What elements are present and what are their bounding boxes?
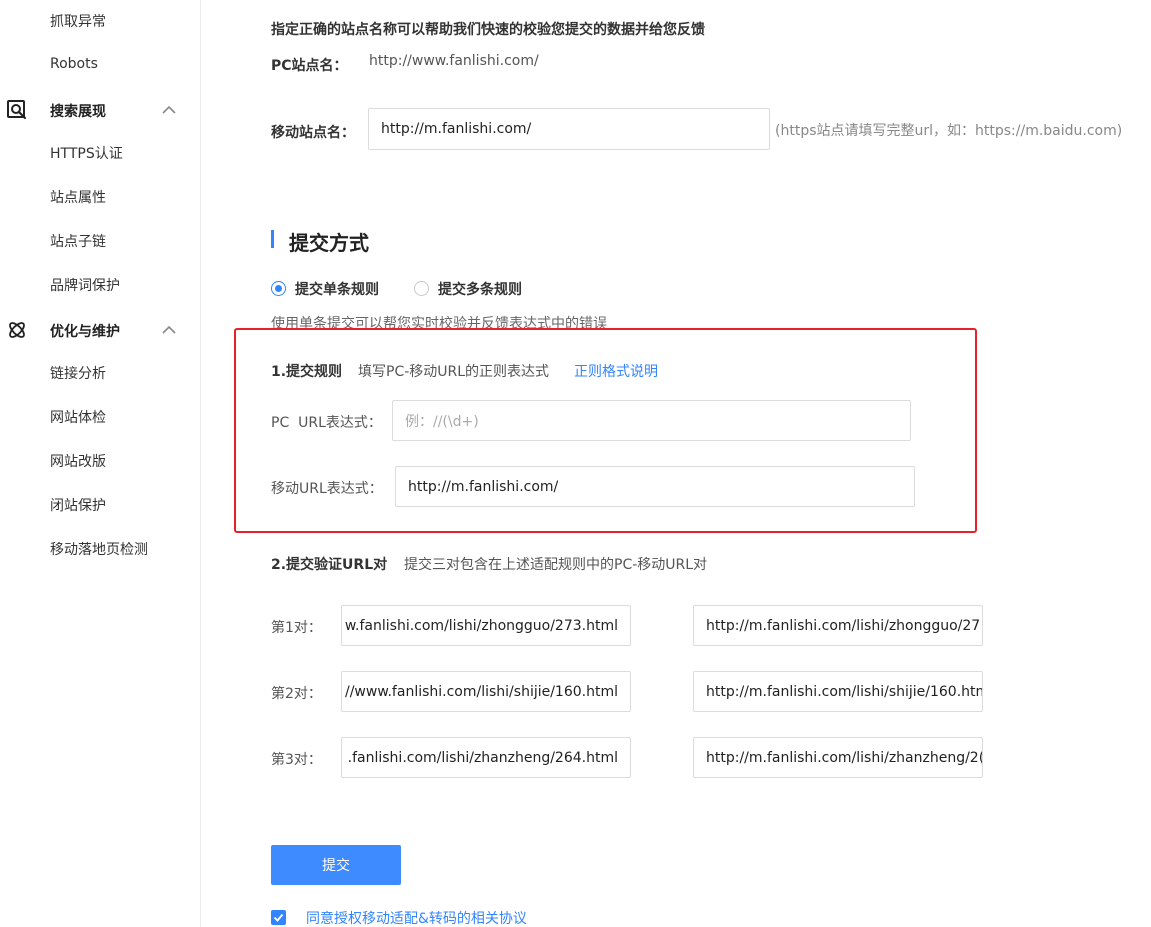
radio-multi-rule[interactable] <box>414 281 429 296</box>
sidebar-item-crawl-errors[interactable]: 抓取异常 <box>50 11 106 31</box>
pair-3-label: 第3对： <box>271 752 322 768</box>
sidebar-group-label: 搜索展现 <box>50 104 106 120</box>
section-title: 提交方式 <box>289 231 369 255</box>
pc-site-label: PC站点名： <box>271 58 348 74</box>
pair-2-mobile-input[interactable]: http://m.fanlishi.com/lishi/shijie/160.h… <box>693 671 983 712</box>
submit-button[interactable]: 提交 <box>271 845 401 885</box>
chevron-up-icon[interactable] <box>160 321 178 339</box>
mobile-site-input[interactable]: http://m.fanlishi.com/ <box>368 108 770 150</box>
mobile-url-regex-label: 移动URL表达式： <box>271 481 383 497</box>
radio-single-rule[interactable] <box>271 281 286 296</box>
chevron-up-icon[interactable] <box>160 101 178 119</box>
sidebar-item-site-properties[interactable]: 站点属性 <box>50 187 106 207</box>
sidebar-item-robots[interactable]: Robots <box>50 56 98 72</box>
pair-2-label: 第2对： <box>271 686 322 702</box>
sidebar-item-https[interactable]: HTTPS认证 <box>50 143 123 163</box>
agree-checkbox[interactable] <box>271 910 286 925</box>
pc-url-regex-label: PC URL表达式： <box>271 415 382 431</box>
pairs-step-label: 2.提交验证URL对 <box>271 557 388 573</box>
mobile-url-regex-input[interactable]: http://m.fanlishi.com/ <box>395 466 915 507</box>
radio-multi-rule-label[interactable]: 提交多条规则 <box>438 279 522 299</box>
pairs-step-desc: 提交三对包含在上述适配规则中的PC-移动URL对 <box>404 557 708 573</box>
agree-agreement-link[interactable]: 同意授权移动适配&转码的相关协议 <box>306 908 527 927</box>
mobile-site-label: 移动站点名： <box>271 125 355 141</box>
sidebar-item-site-checkup[interactable]: 网站体检 <box>50 407 106 427</box>
pc-site-value: http://www.fanlishi.com/ <box>369 53 539 69</box>
check-icon <box>273 913 284 922</box>
sidebar-item-site-closure[interactable]: 闭站保护 <box>50 495 106 515</box>
section-accent-bar <box>271 230 274 248</box>
pair-1-pc-input[interactable]: w.fanlishi.com/lishi/zhongguo/273.html <box>341 605 631 646</box>
main-content: 指定正确的站点名称可以帮助我们快速的校验您提交的数据并给您反馈 PC站点名： h… <box>201 0 1151 927</box>
rule-step-desc: 填写PC-移动URL的正则表达式 <box>358 364 550 380</box>
regex-format-help-link[interactable]: 正则格式说明 <box>574 361 658 381</box>
sidebar-item-sitelinks[interactable]: 站点子链 <box>50 231 106 251</box>
sidebar-group-optimization[interactable]: 优化与维护 <box>0 319 200 343</box>
pc-url-regex-input[interactable]: 例：//(\d+) <box>392 400 911 441</box>
sidebar-item-site-revision[interactable]: 网站改版 <box>50 451 106 471</box>
pair-3-mobile-input[interactable]: http://m.fanlishi.com/lishi/zhanzheng/2( <box>693 737 983 778</box>
pair-1-label: 第1对： <box>271 620 322 636</box>
radio-single-rule-label[interactable]: 提交单条规则 <box>295 279 379 299</box>
sidebar: 抓取异常 Robots 搜索展现 HTTPS认证 站点属性 站点子链 品牌词保护… <box>0 0 201 927</box>
site-name-hint: 指定正确的站点名称可以帮助我们快速的校验您提交的数据并给您反馈 <box>271 22 705 38</box>
rule-step-label: 1.提交规则 <box>271 364 343 380</box>
pair-3-pc-input[interactable]: .fanlishi.com/lishi/zhanzheng/264.html <box>341 737 631 778</box>
pair-1-mobile-input[interactable]: http://m.fanlishi.com/lishi/zhongguo/27 <box>693 605 983 646</box>
sidebar-item-link-analysis[interactable]: 链接分析 <box>50 363 106 383</box>
mobile-site-note: (https站点请填写完整url，如：https://m.baidu.com) <box>775 123 1123 139</box>
sidebar-group-label: 优化与维护 <box>50 324 120 340</box>
pair-2-pc-input[interactable]: //www.fanlishi.com/lishi/shijie/160.html <box>341 671 631 712</box>
sidebar-group-search-display[interactable]: 搜索展现 <box>0 99 200 123</box>
search-display-icon <box>6 99 28 121</box>
atom-icon <box>6 319 28 341</box>
sidebar-item-mobile-landing-check[interactable]: 移动落地页检测 <box>50 539 148 559</box>
sidebar-item-brand-protection[interactable]: 品牌词保护 <box>50 275 120 295</box>
